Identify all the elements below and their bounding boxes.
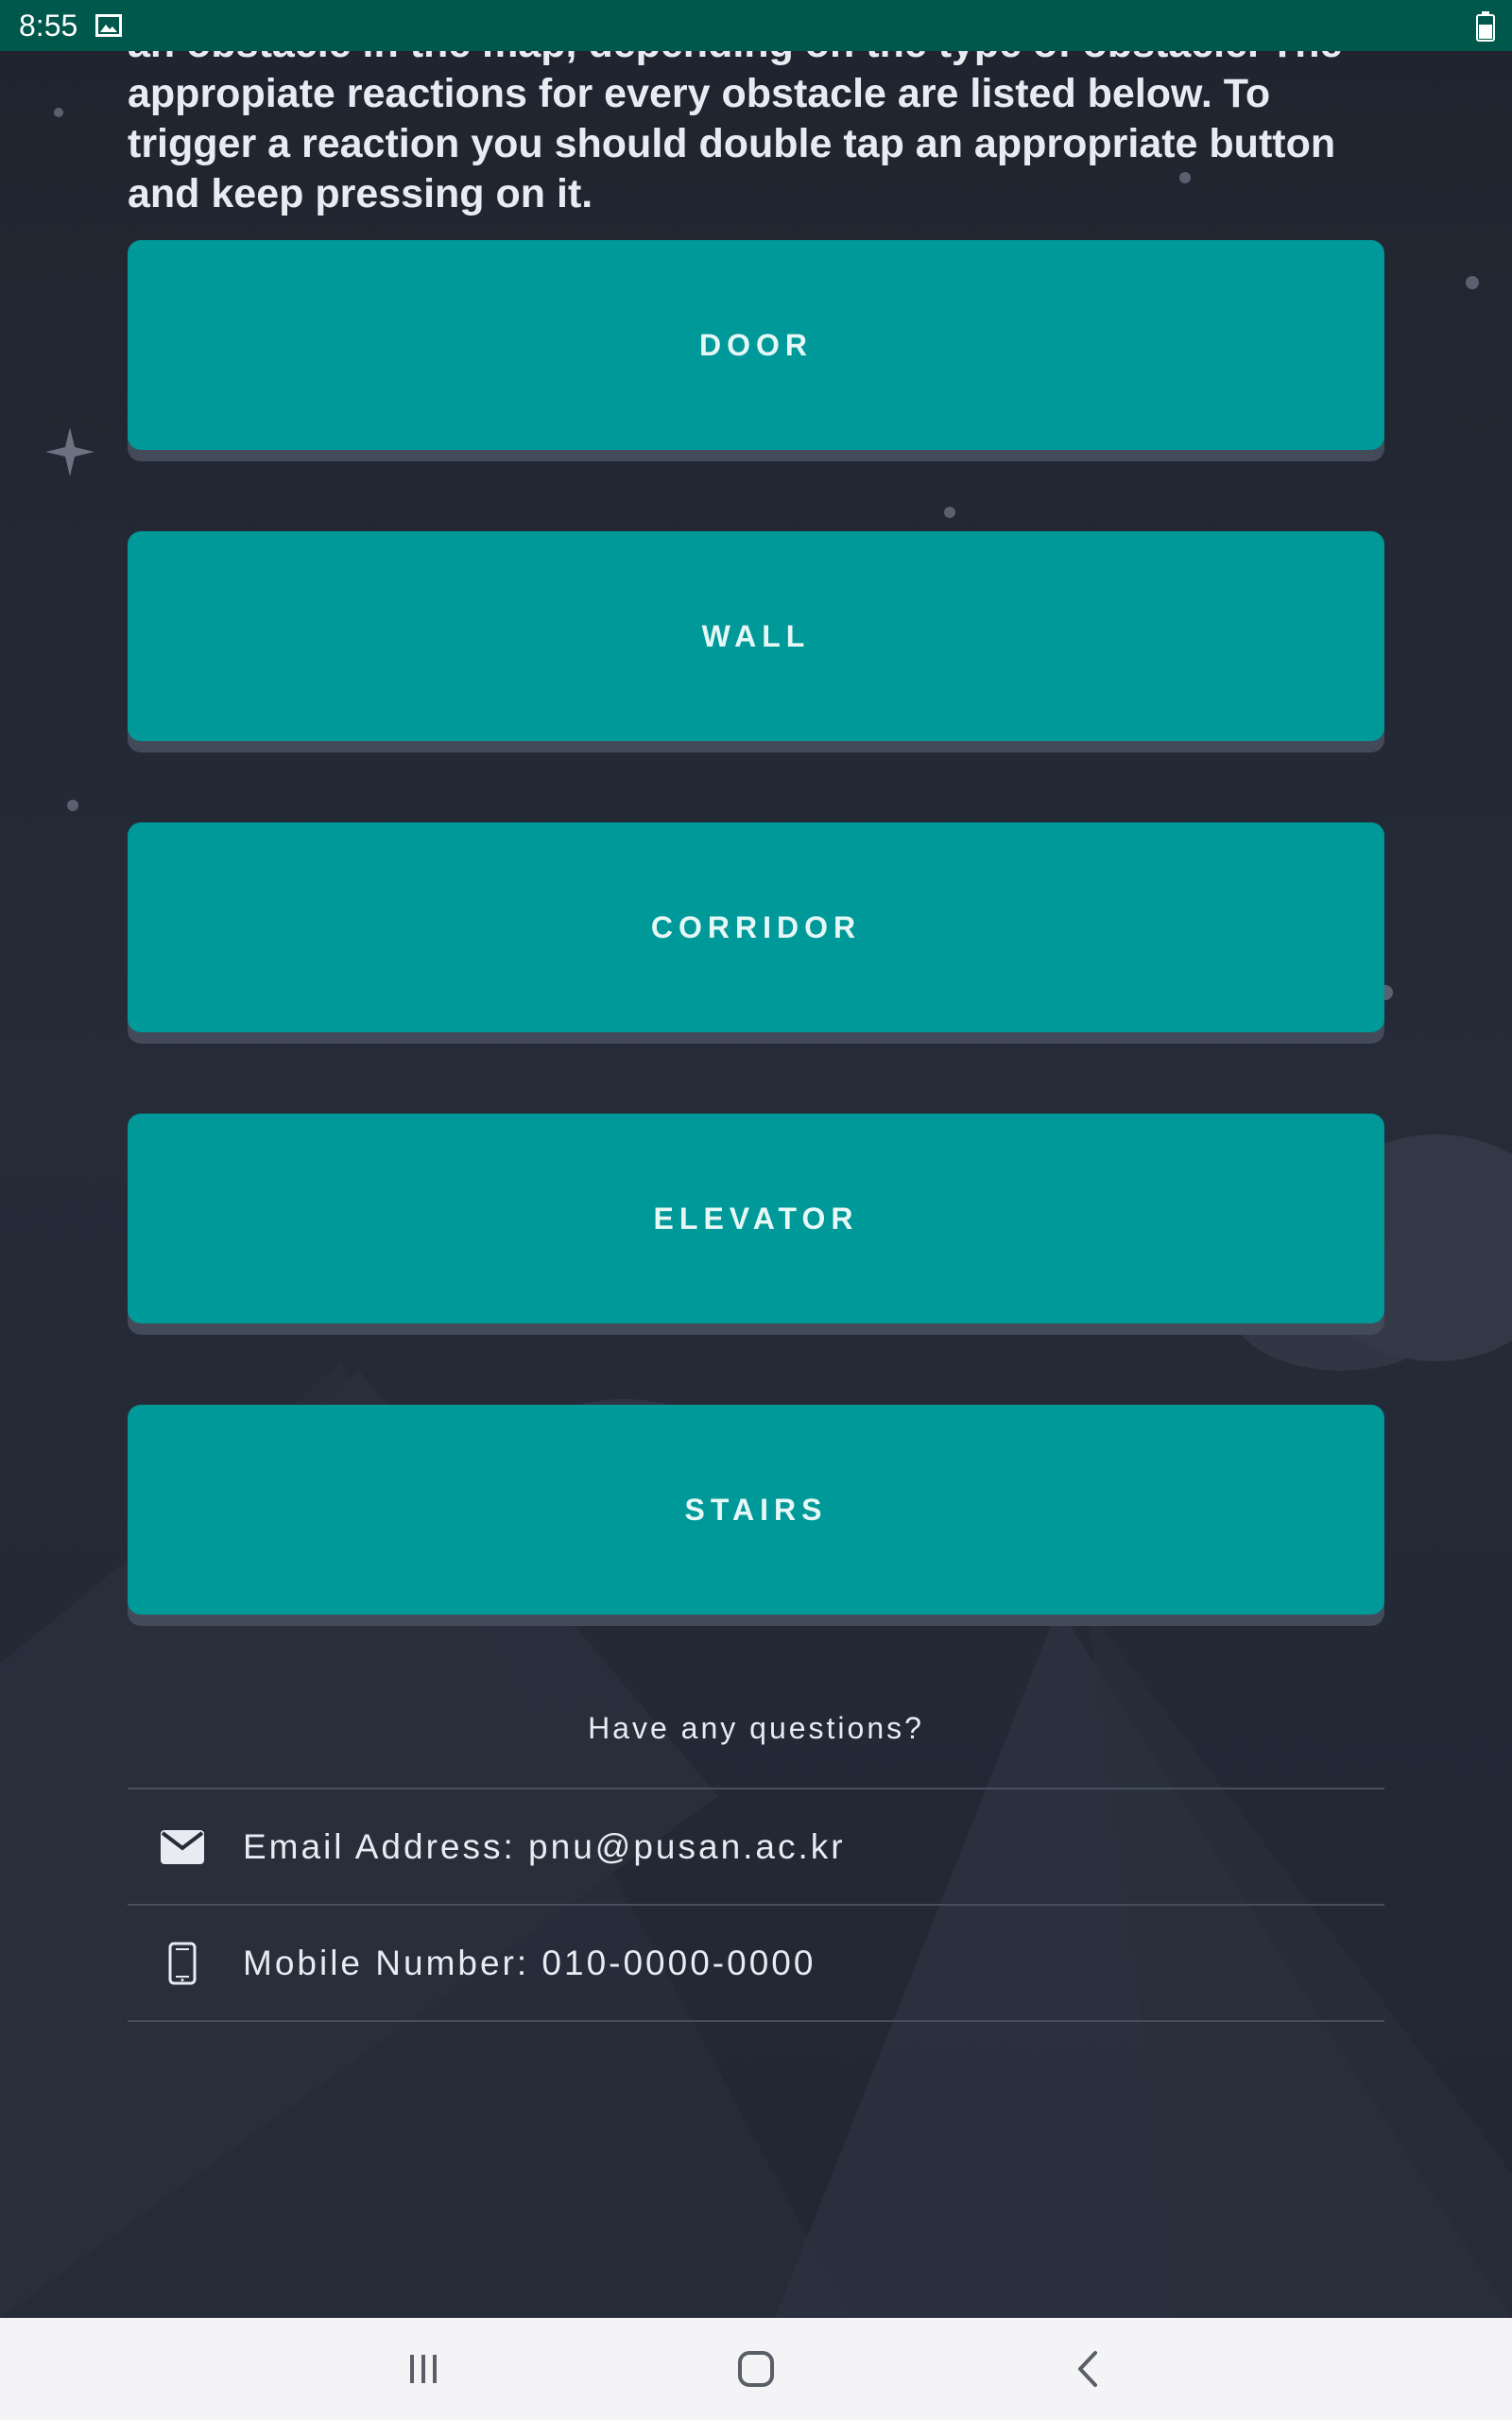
recent-apps-icon[interactable]	[386, 2339, 461, 2399]
stairs-button-label: STAIRS	[684, 1492, 828, 1527]
envelope-icon	[154, 1819, 211, 1876]
intro-text: an obstacle in the map, depending on the…	[128, 51, 1342, 216]
elevator-button-label: ELEVATOR	[653, 1201, 859, 1236]
contact-list: Email Address: pnu@pusan.ac.kr Mobile Nu…	[128, 1788, 1384, 2022]
mobile-number-text: Mobile Number: 010-0000-0000	[243, 1943, 816, 1982]
battery-icon	[1476, 11, 1495, 42]
image-icon	[95, 14, 122, 37]
contact-mobile-row[interactable]: Mobile Number: 010-0000-0000	[128, 1906, 1384, 2022]
home-icon[interactable]	[718, 2339, 794, 2399]
email-address-text: Email Address: pnu@pusan.ac.kr	[243, 1826, 846, 1866]
door-button[interactable]: DOOR	[128, 240, 1384, 450]
contact-email-row[interactable]: Email Address: pnu@pusan.ac.kr	[128, 1789, 1384, 1906]
status-time: 8:55	[19, 9, 78, 43]
navigation-bar	[0, 2318, 1512, 2420]
questions-title: Have any questions?	[588, 1711, 924, 1745]
stairs-button[interactable]: STAIRS	[128, 1405, 1384, 1615]
back-icon[interactable]	[1051, 2339, 1126, 2399]
corridor-button[interactable]: CORRIDOR	[128, 822, 1384, 1032]
elevator-button[interactable]: ELEVATOR	[128, 1114, 1384, 1323]
mobile-phone-icon	[154, 1935, 211, 1992]
corridor-button-label: CORRIDOR	[650, 909, 862, 944]
wall-button[interactable]: WALL	[128, 531, 1384, 741]
obstacle-button-list: DOOR WALL CORRIDOR ELEVATOR STAIRS	[128, 240, 1384, 1696]
status-bar: 8:55	[0, 0, 1512, 51]
wall-button-label: WALL	[701, 618, 811, 653]
door-button-label: DOOR	[699, 327, 813, 362]
